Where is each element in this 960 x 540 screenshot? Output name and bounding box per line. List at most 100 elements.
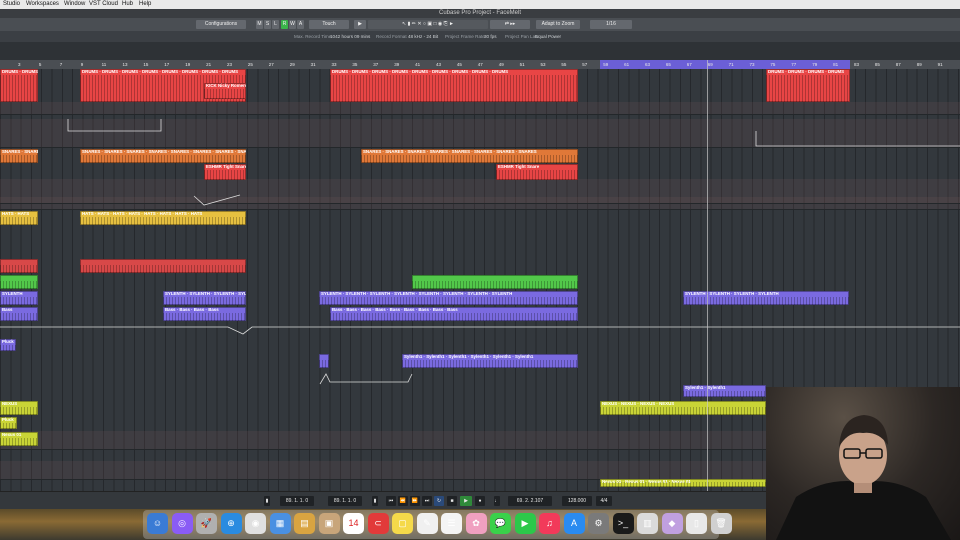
menu-vst-cloud[interactable]: VST Cloud [89,0,118,9]
cycle-button[interactable]: ↻ [434,496,444,506]
documents-icon[interactable]: ▯ [686,513,707,534]
snap-group[interactable]: ⇄ ▸▸ [490,20,530,29]
keyboard-icon[interactable]: ▥ [637,513,658,534]
stickies-icon[interactable]: ▢ [392,513,413,534]
pan-law-value[interactable]: Equal Power [535,31,561,42]
ruler-tick: 87 [895,62,901,67]
max-record-time-label: Max. Record Time [294,34,332,39]
left-locator-icon[interactable]: ▮ [264,496,270,506]
quantize-select[interactable]: 1/16 [590,20,632,29]
record-button[interactable]: ● [475,496,485,506]
presenter-video [776,415,951,540]
track-area-header [0,42,960,60]
metronome-icon[interactable]: ♩ [494,496,500,506]
mute-button[interactable]: M [256,20,263,29]
configurations-button[interactable]: Configurations [196,20,246,29]
rewind-button[interactable]: ⏪ [398,496,408,506]
appstore-icon[interactable]: A [563,513,585,534]
ruler-tick: 25 [247,62,253,67]
automation-line[interactable] [67,119,162,132]
finder-icon[interactable]: ☺ [147,513,168,534]
right-locator-icon[interactable]: ▮ [372,496,378,506]
webcam-overlay [766,387,960,540]
ruler-tick: 65 [665,62,671,67]
terminal-icon[interactable]: >_ [612,513,634,534]
ruler-tick: 39 [394,62,400,67]
ruler-tick: 33 [331,62,337,67]
go-to-end-button[interactable]: ⏭ [422,496,432,506]
tool-palette[interactable]: ↖ ▮ ✏ ✕ ○ ▣ □ ◉ ⎘ ► [368,20,488,29]
go-to-start-button[interactable]: ⏮ [386,496,396,506]
menu-window[interactable]: Window [64,0,85,9]
snap-mode-select[interactable]: Adapt to Zoom [536,20,580,29]
ruler-tick: 69 [707,62,713,67]
left-locator[interactable]: 89. 1. 1. 0 [280,496,314,506]
ruler-tick: 73 [749,62,755,67]
ruler-tick: 45 [456,62,462,67]
trash-icon[interactable]: 🗑 [710,513,732,534]
siri-icon[interactable]: ◎ [171,513,193,534]
ruler-tick: 49 [498,62,504,67]
chrome-icon[interactable]: ◉ [245,513,266,534]
automation-line[interactable] [755,131,960,147]
ruler-tick: 43 [436,62,442,67]
right-locator[interactable]: 89. 1. 1. 0 [328,496,362,506]
ruler-tick: 27 [268,62,274,67]
cubase-icon[interactable]: ⊂ [367,513,389,534]
play-button[interactable]: ▶ [460,496,472,506]
ruler-tick: 89 [916,62,922,67]
calendar-icon[interactable]: 14 [343,513,364,534]
write-button[interactable]: W [289,20,296,29]
ruler-tick: 19 [185,62,191,67]
preferences-icon[interactable]: ⚙ [588,513,609,534]
stop-button[interactable]: ■ [447,496,457,506]
toolbar: Configurations M S L R W A Touch ▶ ↖ ▮ ✏… [0,18,960,31]
solo-button[interactable]: S [264,20,271,29]
ruler-tick: 3 [18,62,21,67]
record-format-value[interactable]: 48 kHz - 24 Bit [408,31,438,42]
reminders-icon[interactable]: ☰ [441,513,462,534]
window-title: Cubase Pro Project - FaceMelt [0,9,960,18]
ruler-tick: 29 [289,62,295,67]
listen-button[interactable]: L [272,20,279,29]
arrow-tool-icon[interactable]: ▶ [354,20,366,29]
preview-icon[interactable]: ▦ [269,513,291,534]
facetime-icon[interactable]: ▶ [514,513,536,534]
automation-button[interactable]: A [297,20,304,29]
notes-icon[interactable]: ▤ [294,513,315,534]
music-icon[interactable]: ♫ [539,513,560,534]
read-button[interactable]: R [281,20,288,29]
position-display[interactable]: 69. 2. 2.107 [508,496,552,506]
safari-icon[interactable]: ⊕ [220,513,242,534]
app-menu[interactable]: Studio [3,0,20,9]
ruler-tick: 35 [352,62,358,67]
contacts-icon[interactable]: ▣ [318,513,340,534]
automation-line[interactable] [193,194,241,206]
menu-workspaces[interactable]: Workspaces [26,0,59,9]
ruler-tick: 7 [59,62,63,67]
ruler-tick: 53 [540,62,546,67]
menu-hub[interactable]: Hub [122,0,133,9]
forward-button[interactable]: ⏩ [410,496,420,506]
tempo-display[interactable]: 128.000 [562,496,592,506]
ruler-tick: 15 [143,62,149,67]
cubase-alt-icon[interactable]: ◆ [661,513,683,534]
messages-icon[interactable]: 💬 [490,513,511,534]
ruler-tick: 63 [645,62,651,67]
automation-mode-select[interactable]: Touch [309,20,349,29]
pages-icon[interactable]: ✎ [416,513,438,534]
ruler-tick: 61 [624,62,630,67]
playhead-cursor[interactable] [707,60,708,491]
menu-help[interactable]: Help [139,0,151,9]
signature-display[interactable]: 4/4 [596,496,612,506]
frame-rate-value[interactable]: 30 fps [484,31,497,42]
max-record-time-value[interactable]: 1042 hours 09 mins [330,31,370,42]
ruler-tick: 79 [812,62,818,67]
launchpad-icon[interactable]: 🚀 [196,513,217,534]
ruler-tick: 75 [770,62,776,67]
ruler-tick: 77 [791,62,797,67]
photos-icon[interactable]: ✿ [465,513,487,534]
automation-line[interactable] [0,326,960,335]
ruler-tick: 23 [227,62,233,67]
automation-line[interactable] [319,373,413,385]
